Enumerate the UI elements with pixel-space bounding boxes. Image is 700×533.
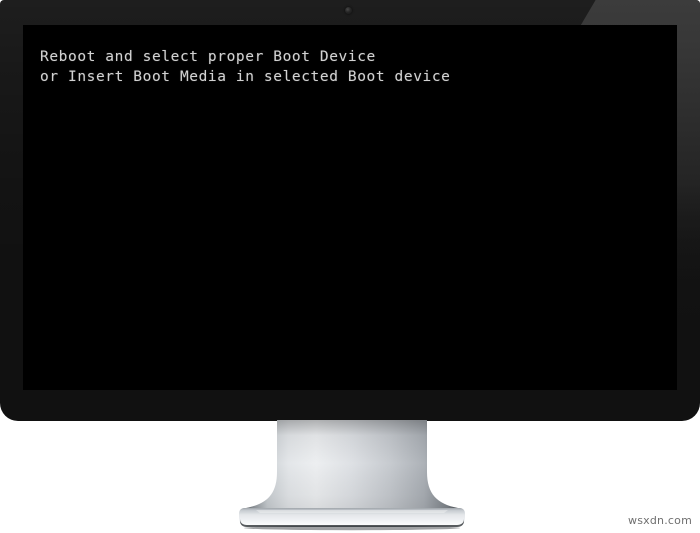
scene-root: Reboot and select proper Boot Device or …: [0, 0, 700, 533]
webcam-icon: [345, 7, 352, 14]
monitor-screen: Reboot and select proper Boot Device or …: [23, 25, 677, 390]
monitor-stand-graphic: [239, 420, 465, 531]
watermark-label: wsxdn.com: [628, 514, 692, 527]
monitor-body: Reboot and select proper Boot Device or …: [0, 0, 700, 421]
boot-error-message: Reboot and select proper Boot Device or …: [40, 49, 451, 85]
monitor-stand: [236, 420, 468, 533]
